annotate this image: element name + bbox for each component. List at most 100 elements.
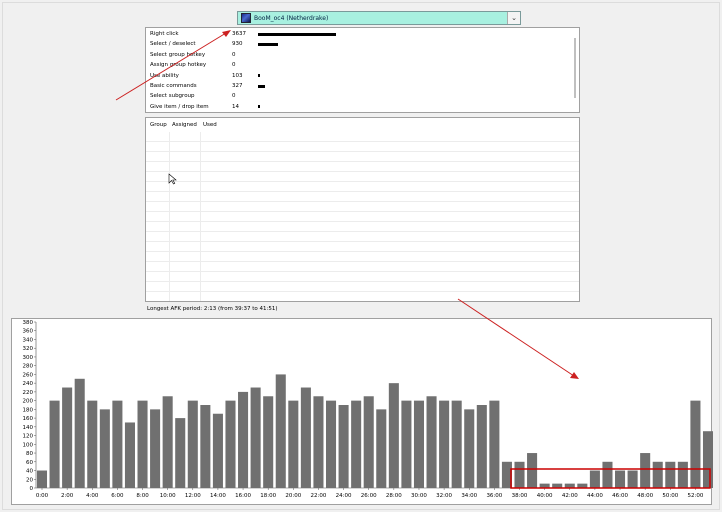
x-tick-label: 38:00 bbox=[512, 493, 528, 499]
longest-afk-label: Longest AFK period: 2:13 (from 39:37 to … bbox=[147, 306, 278, 312]
y-tick-label: 60 bbox=[26, 460, 33, 466]
action-row: Give item / drop item 14 bbox=[150, 102, 260, 112]
chart-bar bbox=[300, 387, 311, 488]
chart-bar bbox=[112, 400, 123, 488]
chart-bar bbox=[325, 400, 337, 488]
action-count: 103 bbox=[232, 72, 243, 79]
y-tick-label: 160 bbox=[23, 416, 34, 422]
chart-bar bbox=[602, 461, 613, 488]
column-divider bbox=[200, 132, 201, 301]
y-tick-label: 360 bbox=[23, 329, 34, 335]
chart-bar bbox=[501, 461, 512, 488]
chart-bar bbox=[489, 400, 500, 488]
player-select-dropdown[interactable]: BooM_oc4 (Netherdrake) ⌄ bbox=[237, 11, 521, 25]
y-tick-label: 120 bbox=[23, 434, 34, 440]
chart-bar bbox=[99, 409, 110, 488]
chart-bar bbox=[275, 374, 286, 488]
chart-bar bbox=[451, 400, 462, 488]
x-tick-label: 18:00 bbox=[260, 493, 276, 499]
action-name: Use ability bbox=[150, 72, 179, 79]
groups-table-rows bbox=[146, 132, 579, 301]
chart-bar bbox=[351, 400, 362, 488]
chart-bar bbox=[187, 400, 198, 488]
groups-table-header: Group Assigned Used bbox=[146, 120, 579, 130]
chart-bar bbox=[250, 387, 261, 488]
apm-chart: 0 20 40 60 80 100 120 140 160 180 200 220 240 260 280 3… bbox=[23, 320, 713, 499]
y-tick-label: 80 bbox=[26, 451, 33, 457]
chart-bar bbox=[263, 396, 274, 488]
action-bar bbox=[258, 42, 278, 46]
chart-bar bbox=[665, 461, 676, 488]
x-tick-label: 42:00 bbox=[562, 493, 578, 499]
action-name: Select group hotkey bbox=[150, 51, 206, 58]
x-tick-label: 2:00 bbox=[61, 493, 74, 499]
column-divider bbox=[169, 132, 170, 301]
chart-bar bbox=[627, 470, 638, 488]
x-tick-label: 46:00 bbox=[612, 493, 628, 499]
column-header-used[interactable]: Used bbox=[203, 122, 217, 128]
column-header-group[interactable]: Group bbox=[150, 122, 167, 128]
chart-bar bbox=[464, 409, 475, 488]
x-tick-label: 52:00 bbox=[688, 493, 704, 499]
action-row: Select group hotkey 0 bbox=[150, 50, 258, 60]
column-header-assigned[interactable]: Assigned bbox=[172, 122, 197, 128]
player-select-label: BooM_oc4 (Netherdrake) bbox=[254, 14, 329, 22]
x-tick-label: 24:00 bbox=[336, 493, 352, 499]
chart-bar bbox=[376, 409, 387, 488]
y-tick-label: 180 bbox=[23, 407, 34, 413]
chart-bar bbox=[401, 400, 412, 488]
action-count: 327 bbox=[232, 83, 243, 89]
action-name: Basic commands bbox=[150, 83, 197, 89]
x-tick-label: 22:00 bbox=[311, 493, 327, 499]
chevron-down-icon[interactable]: ⌄ bbox=[507, 12, 520, 24]
x-tick-label: 30:00 bbox=[411, 493, 427, 499]
chart-bar bbox=[577, 483, 588, 488]
x-tick-label: 16:00 bbox=[235, 493, 251, 499]
chart-bar bbox=[413, 400, 425, 488]
chart-bar bbox=[677, 461, 688, 488]
mouse-cursor-icon bbox=[168, 173, 177, 185]
action-row: Right click 3637 bbox=[150, 29, 336, 39]
chart-bar bbox=[87, 400, 98, 488]
y-tick-label: 200 bbox=[23, 399, 34, 405]
chart-bar bbox=[552, 483, 563, 488]
actions-scrollbar[interactable] bbox=[574, 38, 576, 98]
chart-bar bbox=[225, 400, 236, 488]
action-count: 930 bbox=[232, 41, 243, 48]
x-tick-label: 36:00 bbox=[486, 493, 502, 499]
chart-bar bbox=[288, 400, 299, 488]
chart-bar bbox=[124, 422, 135, 488]
chart-bar bbox=[137, 400, 148, 488]
action-row: Use ability 103 bbox=[150, 71, 261, 81]
action-count: 0 bbox=[232, 93, 236, 100]
x-tick-label: 28:00 bbox=[386, 493, 402, 499]
x-tick-label: 6:00 bbox=[111, 493, 124, 499]
chart-bar bbox=[74, 378, 85, 488]
y-tick-label: 220 bbox=[23, 390, 34, 396]
action-row: Basic commands 327 bbox=[150, 81, 266, 91]
chart-bar bbox=[388, 383, 399, 488]
x-tick-label: 44:00 bbox=[587, 493, 603, 499]
x-tick-label: 12:00 bbox=[185, 493, 201, 499]
chart-bar bbox=[615, 470, 626, 488]
y-tick-label: 0 bbox=[30, 486, 34, 492]
chart-bar bbox=[564, 483, 575, 488]
action-name: Select subgroup bbox=[150, 93, 195, 100]
chart-bar bbox=[539, 483, 550, 488]
chart-bar bbox=[313, 396, 324, 488]
action-count: 0 bbox=[232, 51, 236, 58]
netherdrake-race-icon bbox=[241, 13, 251, 23]
x-tick-label: 14:00 bbox=[210, 493, 226, 499]
x-tick-label: 50:00 bbox=[662, 493, 678, 499]
chart-bar bbox=[49, 400, 60, 488]
chart-bar bbox=[62, 387, 73, 488]
y-tick-label: 40 bbox=[26, 469, 33, 475]
action-bar bbox=[258, 32, 336, 36]
chart-bar bbox=[702, 431, 713, 488]
chart-bar bbox=[363, 396, 374, 488]
x-tick-label: 48:00 bbox=[637, 493, 653, 499]
x-tick-label: 10:00 bbox=[160, 493, 176, 499]
chart-bar bbox=[36, 470, 48, 488]
y-tick-label: 340 bbox=[23, 337, 34, 343]
actions-panel: Right click 3637 Select / deselect 930 Selec… bbox=[145, 27, 580, 113]
